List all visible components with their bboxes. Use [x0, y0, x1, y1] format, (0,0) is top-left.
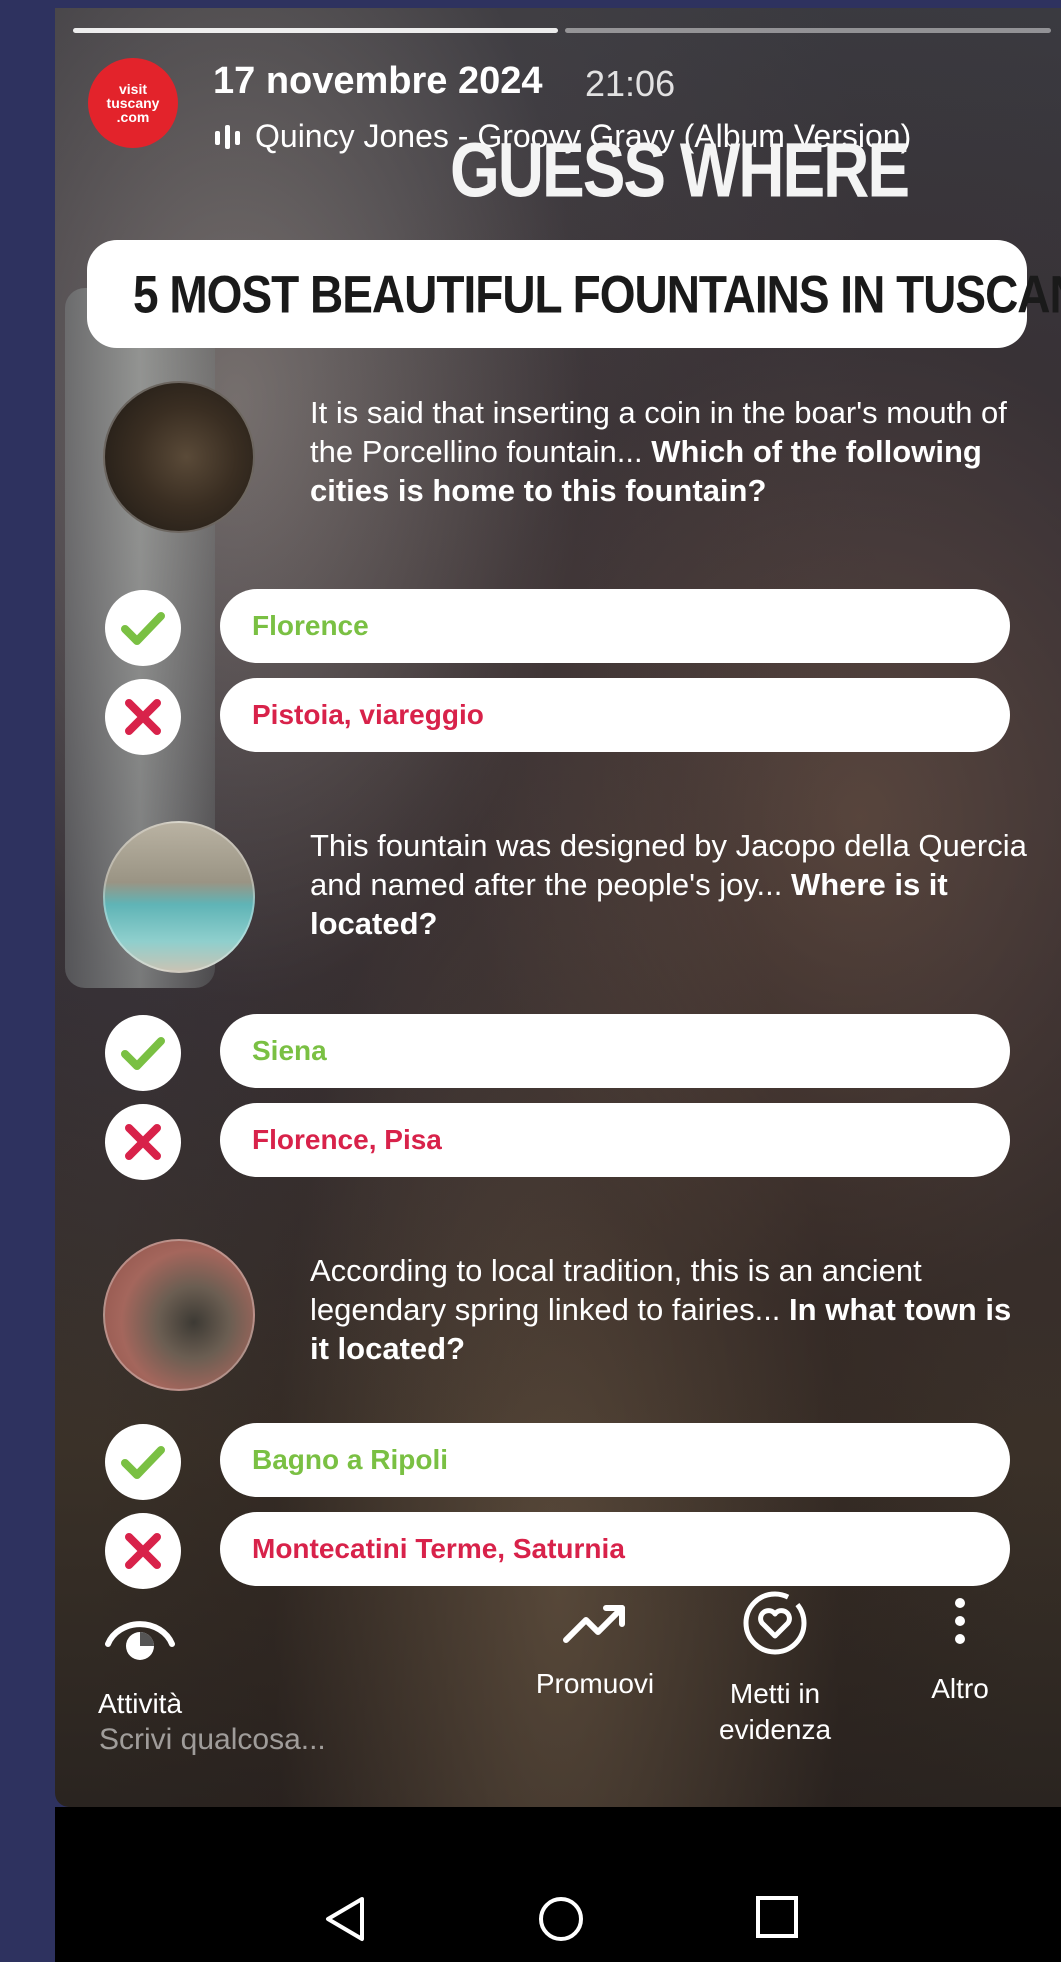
story-headline: GUESS WHERE	[450, 126, 910, 214]
cross-icon	[125, 1533, 161, 1569]
avatar[interactable]: visit tuscany .com	[88, 58, 178, 148]
reply-input[interactable]: Scrivi qualcosa...	[99, 1723, 326, 1757]
cross-icon	[125, 699, 161, 735]
recents-icon[interactable]	[755, 1895, 799, 1939]
more-vertical-icon	[955, 1598, 965, 1644]
back-icon[interactable]	[322, 1895, 368, 1943]
link-sticker[interactable]: 5 MOST BEAUTIFUL FOUNTAINS IN TUSCANY	[87, 240, 1061, 348]
activity-eye-icon	[105, 1621, 175, 1660]
avatar-text-1: visit	[118, 81, 147, 97]
answer-correct-2: Siena	[220, 1014, 1010, 1088]
fairy-spring-image	[103, 1239, 255, 1391]
banner-title: 5 MOST BEAUTIFUL FOUNTAINS IN TUSCANY	[133, 264, 1061, 324]
check-icon	[121, 1446, 165, 1479]
story-date: 17 novembre 2024	[213, 60, 543, 102]
activity-button[interactable]: Attività	[85, 1608, 195, 1722]
activity-label: Attività	[97, 1688, 183, 1719]
answer-wrong-1: Pistoia, viareggio	[220, 678, 1010, 752]
avatar-text-3: .com	[116, 109, 150, 125]
cross-mark-2	[105, 1104, 181, 1180]
music-bars-icon	[215, 125, 240, 149]
promote-button[interactable]: Promuovi	[515, 1598, 675, 1702]
answer-correct-3: Bagno a Ripoli	[220, 1423, 1010, 1497]
porcellino-image	[103, 381, 255, 533]
cross-mark-3	[105, 1513, 181, 1589]
story-progress-2	[565, 28, 1051, 33]
question-2-text: This fountain was designed by Jacopo del…	[310, 826, 1030, 943]
promote-label: Promuovi	[535, 1668, 655, 1699]
story-progress-1	[73, 28, 558, 33]
cross-mark-1	[105, 679, 181, 755]
question-3-text: According to local tradition, this is an…	[310, 1251, 1030, 1368]
answer-correct-1: Florence	[220, 589, 1010, 663]
story-view[interactable]: visit tuscany .com 17 novembre 2024 21:0…	[55, 8, 1061, 1807]
avatar-text-2: tuscany	[106, 95, 160, 111]
answer-wrong-2: Florence, Pisa	[220, 1103, 1010, 1177]
check-icon	[121, 1037, 165, 1070]
cross-icon	[125, 1124, 161, 1160]
more-button[interactable]: Altro	[910, 1593, 1010, 1707]
check-mark-2	[105, 1015, 181, 1091]
check-mark-3	[105, 1424, 181, 1500]
check-icon	[121, 612, 165, 645]
question-1-text: It is said that inserting a coin in the …	[310, 393, 1030, 510]
story-time: 21:06	[585, 63, 676, 104]
highlight-label: Metti in evidenza	[718, 1678, 832, 1745]
more-label: Altro	[931, 1673, 989, 1704]
fonte-gaia-image	[103, 821, 255, 973]
trending-up-icon	[563, 1605, 625, 1643]
highlight-heart-icon	[743, 1591, 807, 1655]
highlight-button[interactable]: Metti in evidenza	[695, 1588, 855, 1748]
check-mark-1	[105, 590, 181, 666]
screen: visit tuscany .com 17 novembre 2024 21:0…	[0, 0, 1061, 1962]
answer-wrong-3: Montecatini Terme, Saturnia	[220, 1512, 1010, 1586]
home-icon[interactable]	[537, 1895, 585, 1943]
